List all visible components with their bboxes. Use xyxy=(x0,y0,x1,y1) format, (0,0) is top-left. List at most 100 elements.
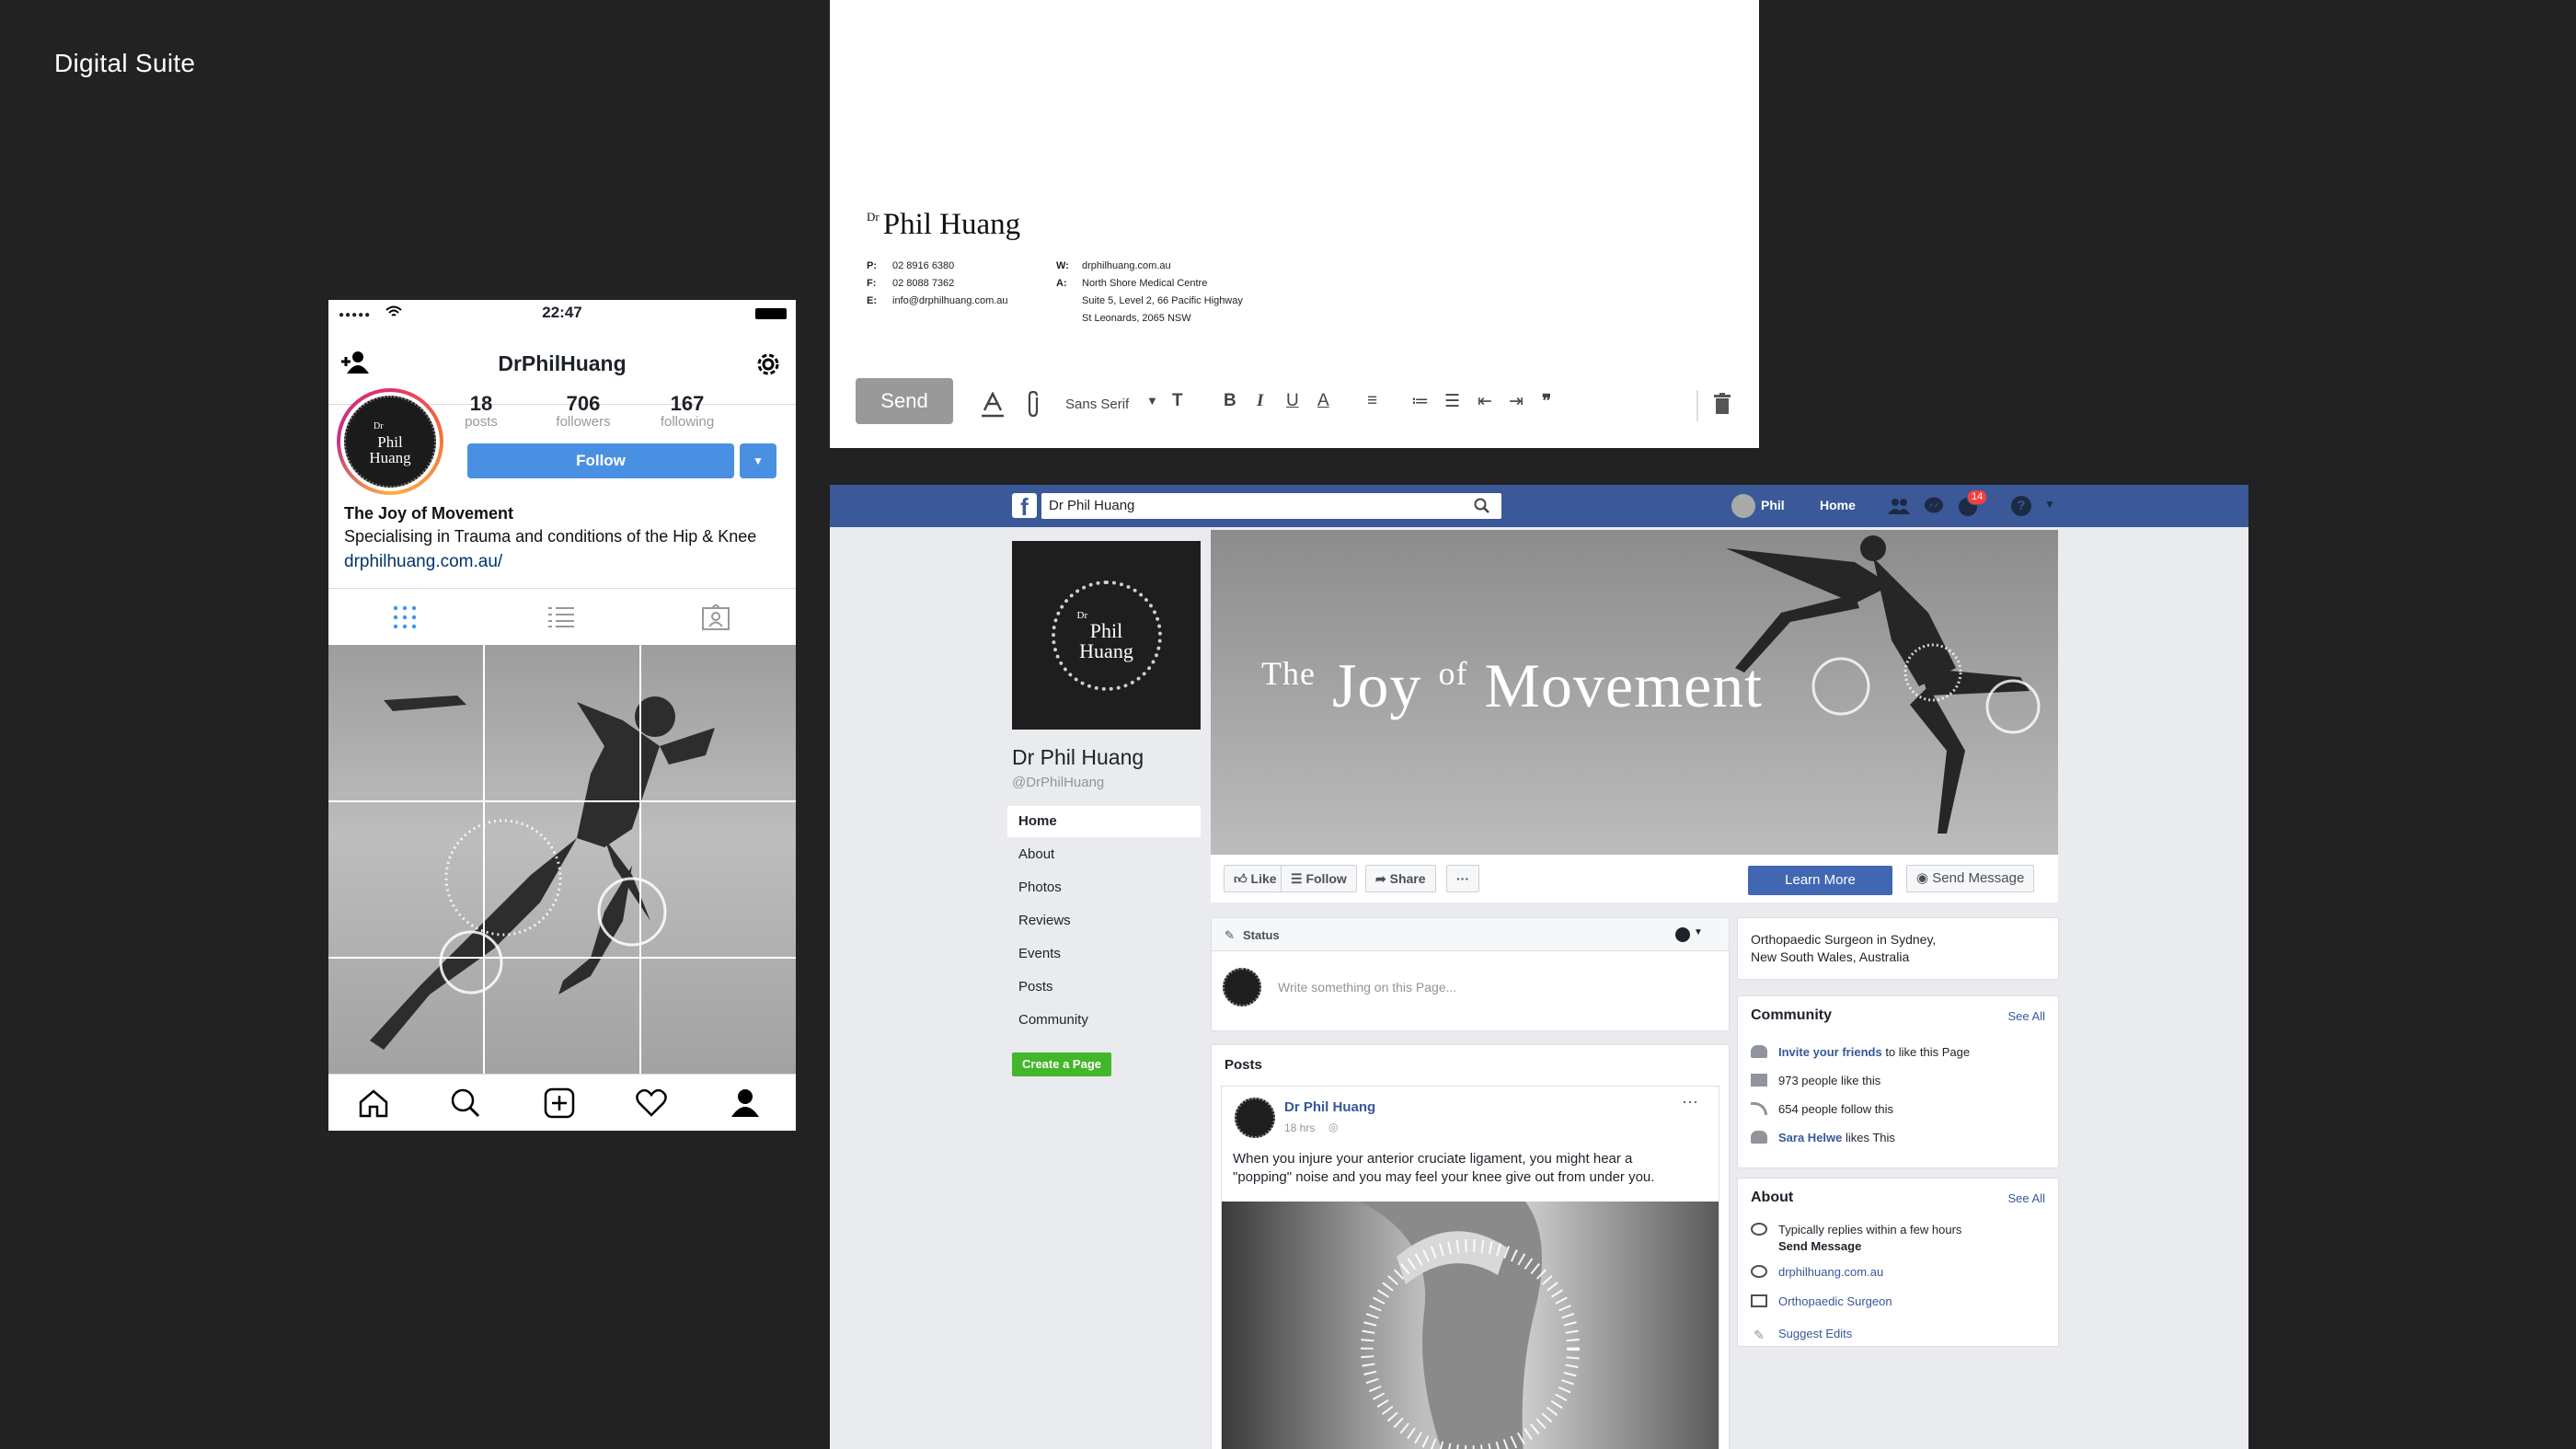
post-image[interactable] xyxy=(1222,1202,1719,1449)
indent-less-icon[interactable]: ⇤ xyxy=(1478,391,1492,412)
create-page-button[interactable]: Create a Page xyxy=(1012,1052,1111,1076)
more-button[interactable]: ··· xyxy=(1446,865,1479,892)
list-icon[interactable] xyxy=(547,606,575,628)
bulleted-list-icon[interactable]: ☰ xyxy=(1444,391,1460,412)
page-action-bar: 👍︎ Like ☰ Follow ➦ Share ··· Learn More … xyxy=(1211,855,2058,903)
sidebar-item-community[interactable]: Community xyxy=(1007,1005,1201,1036)
like-label: Like xyxy=(1250,871,1277,886)
messenger-icon[interactable] xyxy=(1924,497,1944,515)
post-author[interactable]: Dr Phil Huang xyxy=(1284,1099,1375,1115)
align-icon[interactable]: ≡ xyxy=(1367,391,1377,411)
trash-icon[interactable] xyxy=(1713,393,1731,415)
add-icon[interactable] xyxy=(544,1087,575,1119)
sidebar-item-events[interactable]: Events xyxy=(1007,938,1201,970)
text-color-icon[interactable] xyxy=(981,392,1005,418)
bio-link[interactable]: drphilhuang.com.au/ xyxy=(344,552,502,572)
like-button[interactable]: 👍︎ Like xyxy=(1224,865,1287,892)
signature-phone: P: 02 8916 6380 xyxy=(867,260,954,271)
audience-icon[interactable] xyxy=(1675,927,1690,942)
stat-posts[interactable]: 18 posts xyxy=(440,392,523,430)
top-nav-user[interactable]: Phil xyxy=(1761,498,1785,512)
gear-icon[interactable] xyxy=(753,350,783,379)
top-nav-home[interactable]: Home xyxy=(1820,498,1856,512)
posts-card: Posts Dr Phil Huang 18 hrs ◎ ··· When yo… xyxy=(1211,1044,1730,1449)
sidebar-item-photos[interactable]: Photos xyxy=(1007,872,1201,903)
help-icon[interactable]: ? xyxy=(2011,496,2031,516)
follow-button[interactable]: Follow xyxy=(467,443,734,478)
learn-more-button[interactable]: Learn More xyxy=(1748,866,1892,895)
invite-friends-link[interactable]: Invite your friends xyxy=(1778,1045,1882,1059)
knee-photo xyxy=(1360,1202,1580,1449)
suggest-edits-link[interactable]: Suggest Edits xyxy=(1778,1327,1852,1340)
friends-icon[interactable] xyxy=(1888,498,1910,514)
stat-followers[interactable]: 706 followers xyxy=(542,392,625,430)
numbered-list-icon[interactable]: ≔ xyxy=(1411,391,1429,412)
sidebar-item-posts[interactable]: Posts xyxy=(1007,972,1201,1003)
category-link[interactable]: Orthopaedic Surgeon xyxy=(1778,1294,1892,1308)
heart-icon[interactable] xyxy=(636,1088,667,1118)
search-icon[interactable] xyxy=(1474,498,1490,514)
stat-posts-label: posts xyxy=(465,414,498,430)
follow-dropdown-button[interactable]: ▼ xyxy=(740,443,776,478)
post-avatar[interactable] xyxy=(1235,1098,1275,1138)
page-profile-picture[interactable]: Dr Phil Huang xyxy=(1012,541,1201,730)
text-size-icon[interactable]: T xyxy=(1172,391,1183,411)
search-icon[interactable] xyxy=(450,1087,481,1119)
web-value[interactable]: drphilhuang.com.au xyxy=(1082,260,1171,271)
grid-line xyxy=(639,645,641,1074)
sidebar-item-home[interactable]: Home xyxy=(1007,806,1201,837)
underline-icon[interactable]: U xyxy=(1286,391,1299,411)
messenger-icon: ◉ xyxy=(1916,870,1933,886)
indent-more-icon[interactable]: ⇥ xyxy=(1509,391,1524,412)
home-icon[interactable] xyxy=(358,1087,389,1119)
tagged-icon[interactable] xyxy=(702,604,730,630)
about-see-all[interactable]: See All xyxy=(2008,1191,2045,1205)
follow-button[interactable]: ☰ Follow xyxy=(1281,865,1357,892)
about-send-message[interactable]: Send Message xyxy=(1778,1239,1861,1253)
italic-icon[interactable]: I xyxy=(1257,391,1263,411)
profile-icon[interactable] xyxy=(730,1087,761,1119)
post-time[interactable]: 18 hrs xyxy=(1284,1121,1315,1134)
friend-link[interactable]: Sara Helwe xyxy=(1778,1131,1842,1144)
page-handle[interactable]: @DrPhilHuang xyxy=(1012,775,1104,790)
quote-icon[interactable]: ❞ xyxy=(1542,391,1551,412)
share-button[interactable]: ➦ Share xyxy=(1365,865,1436,892)
signature-name: Dr Phil Huang xyxy=(867,208,1020,242)
caret-down-icon[interactable]: ▼ xyxy=(1694,927,1703,937)
user-avatar[interactable] xyxy=(1731,494,1755,518)
facebook-logo-icon[interactable]: f xyxy=(1012,493,1037,521)
posts-heading: Posts xyxy=(1225,1057,1262,1073)
send-message-button[interactable]: ◉ Send Message xyxy=(1906,865,2035,892)
post-options-icon[interactable]: ··· xyxy=(1682,1092,1698,1111)
caret-down-icon[interactable]: ▼ xyxy=(2044,498,2055,511)
send-button[interactable]: Send xyxy=(856,378,953,424)
grid-line xyxy=(328,800,796,802)
status-tab[interactable]: Status xyxy=(1243,928,1280,942)
page-title: Digital Suite xyxy=(54,49,196,77)
bold-icon[interactable]: B xyxy=(1224,391,1236,411)
font-color-icon[interactable]: A xyxy=(1317,391,1329,411)
about-card: About See All Typically replies within a… xyxy=(1737,1178,2059,1347)
caret-down-icon[interactable]: ▼ xyxy=(1146,394,1158,408)
composer-input[interactable]: Write something on this Page... xyxy=(1278,980,1456,995)
profile-avatar[interactable]: Dr Phil Huang xyxy=(337,388,443,495)
photo-grid[interactable] xyxy=(328,645,796,1074)
grid-icon[interactable] xyxy=(393,605,417,629)
attach-icon[interactable] xyxy=(1025,390,1041,418)
search-input[interactable]: Dr Phil Huang xyxy=(1041,493,1501,519)
community-friend: Sara Helwe likes This xyxy=(1751,1131,1895,1144)
sidebar-item-about[interactable]: About xyxy=(1007,839,1201,870)
sidebar-item-reviews[interactable]: Reviews xyxy=(1007,905,1201,937)
stat-followers-value: 706 xyxy=(566,392,601,415)
stat-following[interactable]: 167 following xyxy=(646,392,729,430)
community-see-all[interactable]: See All xyxy=(2008,1009,2045,1023)
cover-title-the: The xyxy=(1261,655,1316,692)
cover-photo[interactable]: The Joy of Movement xyxy=(1211,530,2058,855)
post: Dr Phil Huang 18 hrs ◎ ··· When you inju… xyxy=(1221,1086,1719,1449)
website-link[interactable]: drphilhuang.com.au xyxy=(1778,1265,1883,1279)
stat-following-value: 167 xyxy=(670,392,705,415)
email-value[interactable]: info@drphilhuang.com.au xyxy=(892,295,1008,306)
pencil-icon: ✎ xyxy=(1754,1328,1765,1342)
font-select[interactable]: Sans Serif xyxy=(1065,397,1129,412)
share-label: Share xyxy=(1389,871,1426,886)
